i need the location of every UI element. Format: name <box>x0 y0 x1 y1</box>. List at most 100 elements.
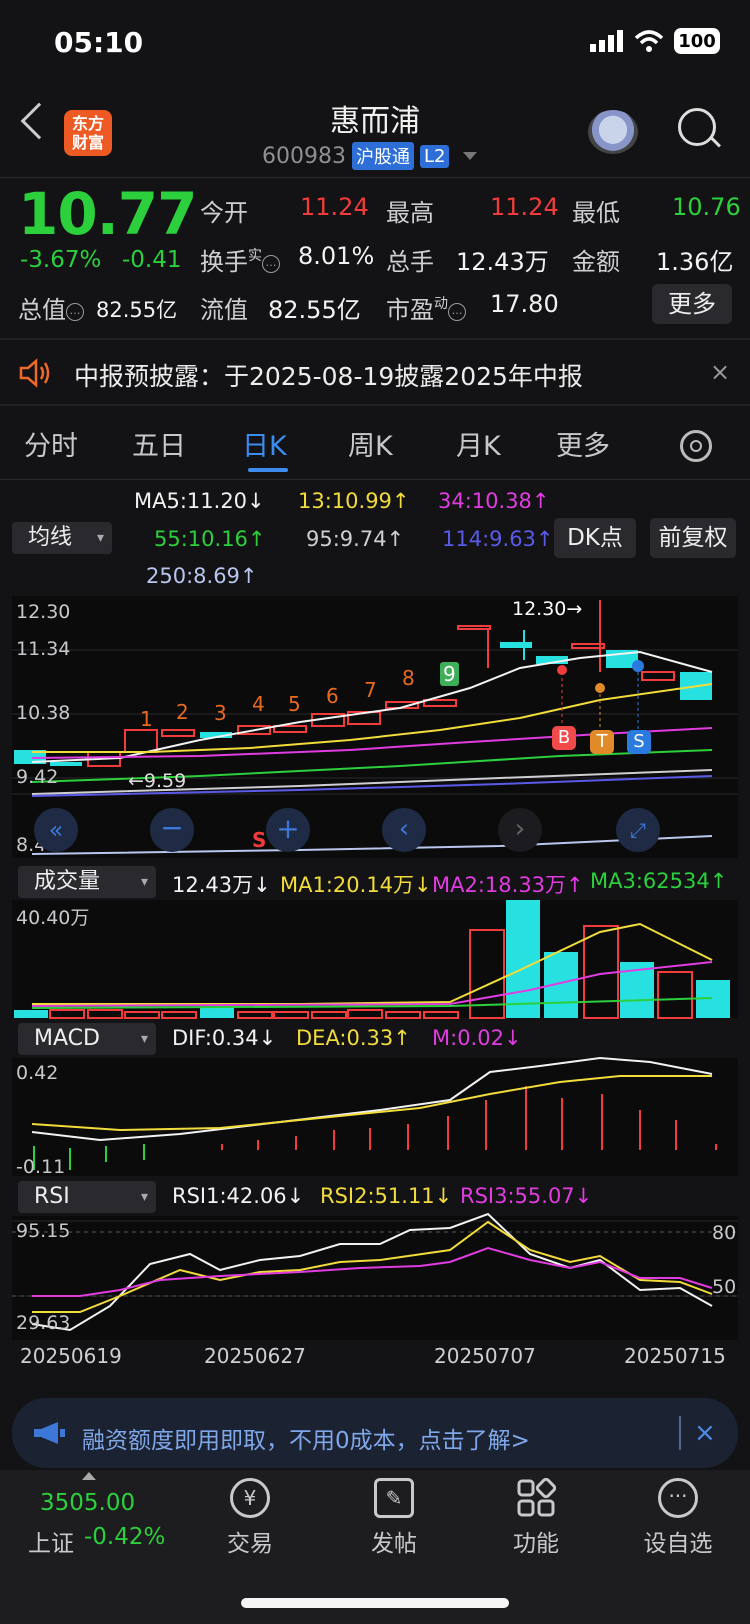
assistant-robot-icon[interactable] <box>588 110 638 154</box>
battery-indicator: 100 <box>674 28 720 54</box>
rsi-bottom-label: 29.63 <box>16 1312 71 1334</box>
index-value[interactable]: 3505.00 <box>40 1490 135 1516</box>
td-count-label: 1 <box>140 707 153 731</box>
zoom-out-icon[interactable]: − <box>150 808 194 852</box>
scroll-left-end-icon[interactable]: « <box>34 808 78 852</box>
fullscreen-icon[interactable]: ⤢ <box>616 808 660 852</box>
tab-daily-k[interactable]: 日K <box>242 424 287 463</box>
more-dots-icon: ··· <box>658 1478 698 1518</box>
low-label: 最低 <box>572 199 620 227</box>
signal-buy-badge[interactable]: B <box>552 726 576 750</box>
notice-close-icon[interactable]: × <box>710 358 730 386</box>
change-percent: -3.67% <box>20 247 102 273</box>
tab-underline <box>248 468 288 472</box>
signal-t-badge[interactable]: T <box>590 730 614 754</box>
scroll-left-icon[interactable]: ‹ <box>382 808 426 852</box>
rsi1: RSI1:42.06↓ <box>172 1184 305 1208</box>
kline-chart[interactable] <box>0 590 750 1350</box>
tab-intraday[interactable]: 分时 <box>24 424 78 463</box>
candle-up <box>273 725 307 733</box>
turnover-value: 8.01% <box>298 242 375 270</box>
macd-top-label: 0.42 <box>16 1062 59 1084</box>
macd-dea: DEA:0.33↑ <box>296 1026 411 1050</box>
vol-bar-up <box>423 1011 459 1019</box>
y-label-2: 11.34 <box>16 638 71 660</box>
vol-bar-up <box>161 1011 197 1019</box>
index-name[interactable]: 上证 <box>28 1524 74 1558</box>
rsi2: RSI2:51.11↓ <box>320 1184 453 1208</box>
candle-up <box>457 625 491 630</box>
more-button[interactable]: 更多 <box>652 284 732 324</box>
chevron-down-icon <box>463 152 478 160</box>
volume-value: 12.43万 <box>456 248 549 276</box>
rsi-top-label: 95.15 <box>16 1220 71 1242</box>
candle-up <box>124 729 158 753</box>
vol-top-label: 40.40万 <box>16 907 90 929</box>
date-label-2: 20250627 <box>204 1344 306 1368</box>
ma-selector[interactable]: 均线 <box>12 522 112 554</box>
vol-ma3: MA3:62534↑ <box>590 869 728 893</box>
volume-selector[interactable]: 成交量 <box>18 866 156 898</box>
tab-weekly-k[interactable]: 周K <box>348 424 393 463</box>
rsi-level-50: 50 <box>712 1276 737 1298</box>
scroll-right-icon[interactable]: › <box>498 808 542 852</box>
low-value: 10.76 <box>672 193 741 221</box>
search-icon[interactable] <box>678 108 716 146</box>
open-label: 今开 <box>200 199 248 227</box>
td-count-label: 4 <box>252 692 265 716</box>
nav-post[interactable]: ✎ 发帖 <box>344 1478 444 1558</box>
pe-label: 市盈动… <box>386 290 466 325</box>
high-marker: 12.30→ <box>512 598 583 620</box>
vol-bar-up <box>657 971 693 1019</box>
expand-up-icon[interactable] <box>82 1472 96 1480</box>
nav-trade[interactable]: ¥ 交易 <box>200 1478 300 1558</box>
td-count-label: 2 <box>176 700 189 724</box>
promo-close-icon[interactable]: × <box>694 1418 716 1448</box>
macd-m: M:0.02↓ <box>432 1026 522 1050</box>
pe-value: 17.80 <box>490 290 559 318</box>
chart-tabs: 分时 五日 日K 周K 月K 更多 <box>0 424 750 480</box>
tab-five-day[interactable]: 五日 <box>132 424 186 463</box>
macd-selector[interactable]: MACD <box>18 1023 156 1055</box>
indicator-lines <box>31 1212 713 1332</box>
ma34-label: 34:10.38↑ <box>438 489 550 513</box>
signal-sell-badge[interactable]: S <box>627 730 651 754</box>
rsi-level-80: 80 <box>712 1222 737 1244</box>
zoom-in-icon[interactable]: + <box>266 808 310 852</box>
amount-label: 金额 <box>572 248 620 276</box>
level2-tag: L2 <box>419 144 450 168</box>
status-icons: 100 <box>590 28 720 54</box>
connect-tag: 沪股通 <box>351 142 414 170</box>
megaphone-icon <box>34 1422 65 1444</box>
td-count-label: 8 <box>402 666 415 690</box>
turnover-label: 换手实… <box>200 242 280 277</box>
promo-text[interactable]: 融资额度即用即取，不用0成本，点击了解> <box>82 1421 530 1455</box>
tab-more[interactable]: 更多 <box>556 424 610 463</box>
vol-bar-down <box>506 900 540 1018</box>
stock-subtitle[interactable]: 600983 沪股通 L2 <box>262 142 478 170</box>
signal-s-marker: S <box>252 828 267 852</box>
open-value: 11.24 <box>300 193 369 221</box>
td-count-label: 9 <box>440 662 459 686</box>
status-time: 05:10 <box>54 26 144 59</box>
ma13-label: 13:10.99↑ <box>298 489 410 513</box>
candle-up <box>423 699 457 707</box>
rsi-selector[interactable]: RSI <box>18 1181 156 1213</box>
mktcap-value: 82.55亿 <box>96 298 178 322</box>
stock-code: 600983 <box>262 143 346 169</box>
nav-functions[interactable]: 功能 <box>486 1477 586 1558</box>
date-label-3: 20250707 <box>434 1344 536 1368</box>
notice-text[interactable]: 中报预披露：于2025-08-19披露2025年中报 <box>74 357 583 393</box>
nav-watchlist[interactable]: ··· 设自选 <box>628 1478 728 1558</box>
speaker-icon <box>19 358 50 388</box>
change-amount: -0.41 <box>122 247 182 273</box>
grid-icon <box>516 1477 557 1518</box>
ma114-label: 114:9.63↑ <box>442 527 554 551</box>
dk-point-button[interactable]: DK点 <box>554 518 636 558</box>
tab-monthly-k[interactable]: 月K <box>456 424 501 463</box>
macd-bottom-label: -0.11 <box>16 1156 66 1178</box>
forward-adjust-button[interactable]: 前复权 <box>650 518 736 558</box>
index-pct[interactable]: -0.42% <box>84 1524 165 1550</box>
vol-bar-up <box>87 1009 123 1019</box>
home-indicator <box>241 1598 509 1608</box>
